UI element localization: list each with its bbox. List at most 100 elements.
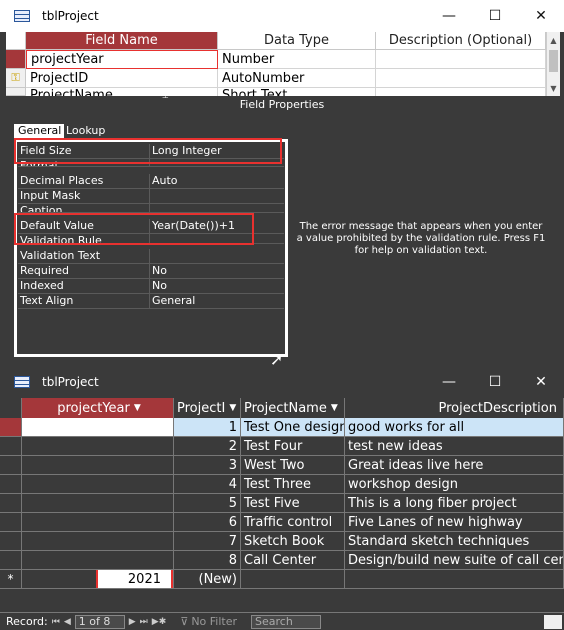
scroll-down-icon[interactable]: ▼ — [547, 80, 560, 96]
description-cell[interactable] — [376, 69, 546, 88]
design-vertical-scrollbar[interactable]: ▲ ▼ — [546, 32, 560, 96]
field-name-cell[interactable]: projectYear — [26, 50, 218, 69]
property-value[interactable] — [150, 249, 284, 264]
close-button[interactable]: ✕ — [518, 0, 564, 32]
table-row[interactable]: 5 Test Five This is a long fiber project — [0, 494, 564, 513]
property-row[interactable]: Required No — [18, 264, 284, 279]
projectyear-cell[interactable] — [22, 437, 174, 456]
projectname-cell[interactable]: Traffic control — [241, 513, 345, 532]
row-selector[interactable] — [0, 494, 22, 513]
projectname-cell[interactable]: Test One design — [241, 418, 345, 437]
tab-lookup[interactable]: Lookup — [64, 124, 106, 139]
current-record-field[interactable]: 1 of 8 — [74, 614, 125, 629]
row-selector[interactable] — [0, 513, 22, 532]
property-row[interactable]: Caption — [18, 204, 284, 213]
row-selector[interactable] — [0, 437, 22, 456]
table-row[interactable]: 1 Test One design good works for all — [0, 418, 564, 437]
projectname-cell[interactable]: West Two — [241, 456, 345, 475]
column-header-projectyear[interactable]: projectYear ▼ — [22, 398, 174, 418]
column-header-field-name[interactable]: Field Name — [26, 32, 218, 50]
table-row[interactable]: 6 Traffic control Five Lanes of new highwa… — [0, 513, 564, 532]
select-all-corner[interactable] — [0, 398, 22, 418]
projectid-cell[interactable]: 4 — [174, 475, 241, 494]
field-row[interactable]: ⚿ ProjectID AutoNumber — [6, 69, 546, 88]
projectname-cell[interactable]: Test Five — [241, 494, 345, 513]
projectdescription-cell[interactable]: workshop design — [345, 475, 564, 494]
field-row[interactable]: projectYear Number — [6, 50, 546, 69]
projectyear-cell[interactable] — [22, 418, 174, 437]
projectdescription-cell[interactable]: This is a long fiber project — [345, 494, 564, 513]
projectname-cell[interactable]: Test Four — [241, 437, 345, 456]
field-name-cell[interactable]: ProjectName — [26, 88, 218, 96]
column-header-projectdescription[interactable]: ProjectDescription — [345, 398, 564, 418]
projectid-cell[interactable]: 1 — [174, 418, 241, 437]
column-header-description[interactable]: Description (Optional) — [376, 32, 546, 50]
projectdescription-cell[interactable]: good works for all — [345, 418, 564, 437]
property-row[interactable]: Indexed No — [18, 279, 284, 294]
property-value[interactable] — [150, 189, 284, 204]
close-button[interactable]: ✕ — [518, 366, 564, 398]
new-year-value[interactable]: 2021 — [95, 570, 173, 588]
property-value[interactable]: General — [150, 294, 284, 309]
projectid-cell[interactable]: 7 — [174, 532, 241, 551]
projectname-cell[interactable]: Sketch Book — [241, 532, 345, 551]
field-name-cell[interactable]: ProjectID — [26, 69, 218, 88]
row-selector[interactable] — [0, 551, 22, 570]
table-row[interactable]: 3 West Two Great ideas live here — [0, 456, 564, 475]
row-selector[interactable] — [6, 88, 26, 96]
projectname-cell[interactable]: Test Three — [241, 475, 345, 494]
table-row[interactable]: 7 Sketch Book Standard sketch techniques — [0, 532, 564, 551]
projectyear-cell[interactable] — [22, 494, 174, 513]
projectid-cell[interactable]: 3 — [174, 456, 241, 475]
maximize-button[interactable]: ☐ — [472, 0, 518, 32]
table-row[interactable]: 8 Call Center Design/build new suite of ca… — [0, 551, 564, 570]
projectdescription-cell[interactable]: test new ideas — [345, 437, 564, 456]
property-value[interactable]: Auto — [150, 174, 284, 189]
table-row[interactable]: 2 Test Four test new ideas — [0, 437, 564, 456]
minimize-button[interactable]: — — [426, 366, 472, 398]
data-type-cell[interactable]: AutoNumber — [218, 69, 376, 88]
projectid-cell[interactable]: 5 — [174, 494, 241, 513]
row-selector[interactable] — [0, 532, 22, 551]
projectyear-cell[interactable] — [22, 456, 174, 475]
projectid-cell[interactable]: 2 — [174, 437, 241, 456]
projectid-cell[interactable]: 6 — [174, 513, 241, 532]
row-selector[interactable]: ⚿ — [6, 69, 26, 88]
row-selector[interactable] — [0, 456, 22, 475]
property-value[interactable]: No — [150, 264, 284, 279]
previous-record-icon[interactable]: ◀ — [64, 617, 71, 627]
new-name-cell[interactable] — [241, 570, 345, 589]
new-record-icon[interactable]: ▶✱ — [152, 617, 166, 627]
horizontal-scrollbar[interactable] — [544, 615, 562, 629]
projectdescription-cell[interactable]: Standard sketch techniques — [345, 532, 564, 551]
projectname-cell[interactable]: Call Center — [241, 551, 345, 570]
data-type-cell[interactable]: Short Text — [218, 88, 376, 96]
minimize-button[interactable]: — — [426, 0, 472, 32]
data-type-cell[interactable]: Number — [218, 50, 376, 69]
dropdown-arrow-icon[interactable]: ▼ — [229, 403, 236, 413]
projectyear-cell[interactable] — [22, 551, 174, 570]
property-row[interactable]: Decimal Places Auto — [18, 174, 284, 189]
property-row[interactable]: Input Mask — [18, 189, 284, 204]
description-cell[interactable] — [376, 50, 546, 69]
column-header-projectname[interactable]: ProjectName ▼ — [241, 398, 345, 418]
row-selector[interactable] — [0, 475, 22, 494]
projectdescription-cell[interactable]: Five Lanes of new highway — [345, 513, 564, 532]
column-header-data-type[interactable]: Data Type — [218, 32, 376, 50]
row-selector[interactable] — [0, 418, 22, 437]
search-input[interactable]: Search — [251, 614, 322, 629]
tab-general[interactable]: General — [14, 124, 64, 139]
property-row[interactable]: Text Align General — [18, 294, 284, 309]
projectid-cell[interactable]: 8 — [174, 551, 241, 570]
table-row[interactable]: 4 Test Three workshop design — [0, 475, 564, 494]
field-row[interactable]: ProjectName Short Text — [6, 88, 546, 96]
dropdown-arrow-icon[interactable]: ▼ — [331, 403, 338, 413]
new-year-cell[interactable]: 2021 — [22, 570, 174, 589]
projectyear-cell[interactable] — [22, 532, 174, 551]
column-header-projectid[interactable]: ProjectI ▼ — [174, 398, 241, 418]
row-selector[interactable] — [6, 50, 26, 69]
first-record-icon[interactable]: ⏮ — [52, 617, 60, 627]
dropdown-arrow-icon[interactable]: ▼ — [134, 403, 141, 413]
last-record-icon[interactable]: ⏭ — [140, 617, 148, 627]
maximize-button[interactable]: ☐ — [472, 366, 518, 398]
